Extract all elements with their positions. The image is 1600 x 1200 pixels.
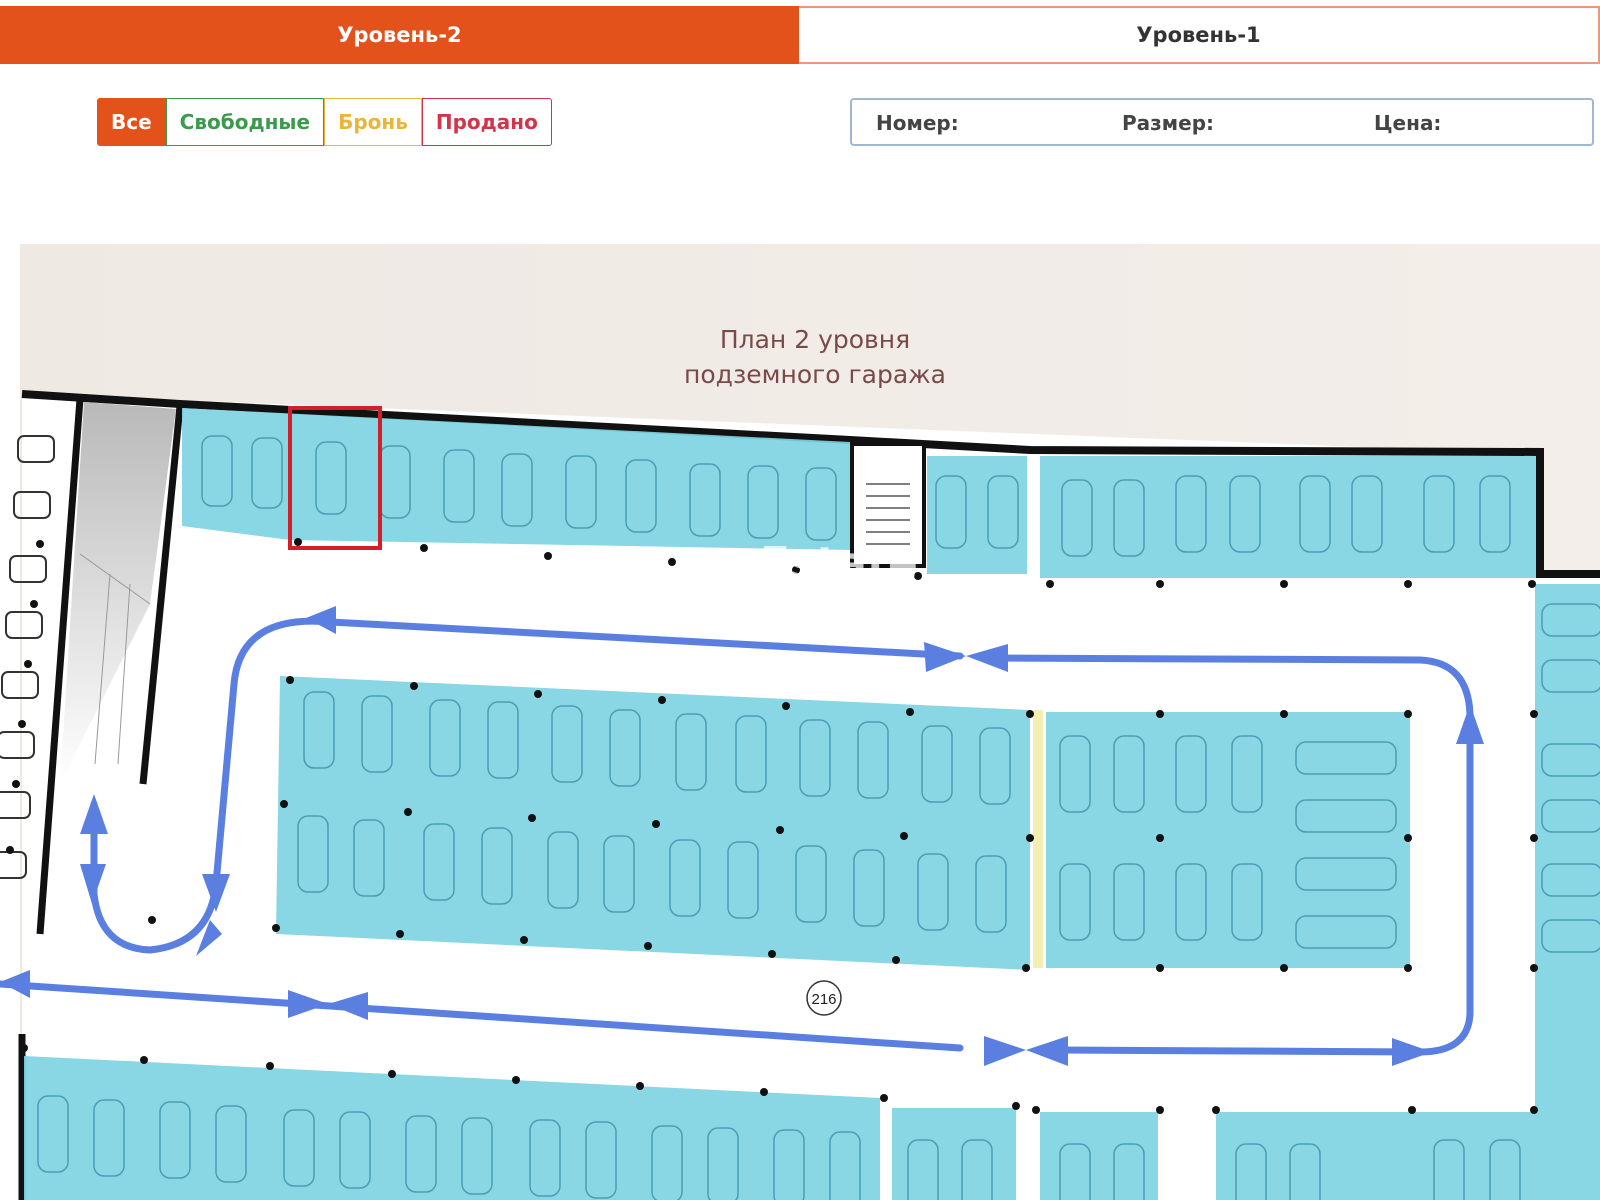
number-label: Номер: (876, 111, 959, 135)
bottom-row-spots-b (1040, 1112, 1158, 1200)
top-row-spots-mid (927, 456, 1027, 574)
reserved-spot (1033, 710, 1043, 968)
price-label: Цена: (1374, 111, 1442, 135)
center-block-east (1046, 712, 1410, 968)
status-filter-group: Все Свободные Бронь Продано (97, 98, 552, 148)
level-tabs: Уровень-2 Уровень-1 (0, 6, 1600, 64)
filter-all-button[interactable]: Все (97, 98, 166, 146)
plan-title-line1: План 2 уровня (719, 325, 911, 354)
plan-title-line2: подземного гаража (684, 360, 946, 389)
tab-level-2[interactable]: Уровень-2 (0, 6, 799, 64)
bottom-row-spots-a (892, 1108, 1016, 1200)
tab-level-1[interactable]: Уровень-1 (799, 6, 1600, 64)
garage-plan: 216 Estate План 2 уровня подземного гара… (0, 244, 1600, 1200)
marker-number: 216 (811, 991, 836, 1008)
size-label: Размер: (1122, 111, 1215, 135)
plan-title: План 2 уровня подземного гаража (640, 322, 990, 392)
bottom-row-spots-c (1216, 1112, 1600, 1200)
filter-sold-button[interactable]: Продано (421, 98, 552, 146)
east-column-spots (1535, 584, 1600, 1190)
filter-reserved-button[interactable]: Бронь (324, 98, 422, 146)
spot-info-panel: Номер: Размер: Цена: (850, 98, 1594, 146)
spot-number-marker: 216 (806, 980, 842, 1016)
watermark: Estate (760, 538, 918, 589)
filter-free-button[interactable]: Свободные (165, 98, 325, 146)
